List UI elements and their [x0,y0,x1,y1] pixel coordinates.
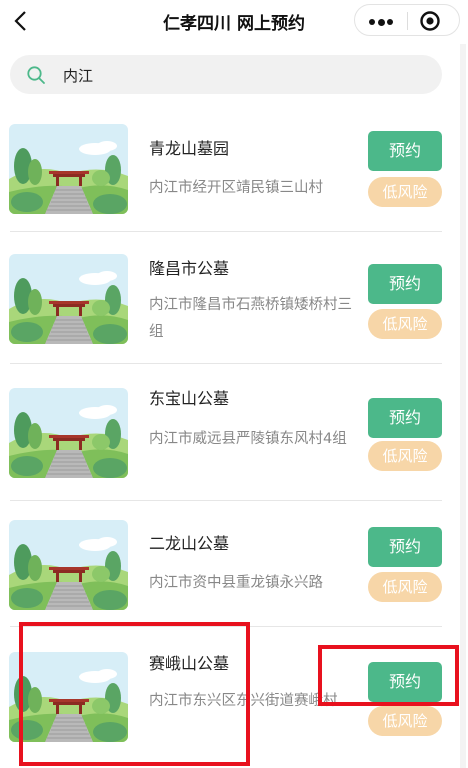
landscape-illustration [9,520,128,610]
cemetery-name: 二龙山公墓 [149,534,230,553]
cemetery-address: 内江市隆昌市石燕桥镇矮桥村三组 [149,297,352,340]
navigation-bar: 仁孝四川 网上预约 [0,0,468,44]
cemetery-name: 东宝山公墓 [149,389,230,408]
cemetery-thumbnail [9,520,128,610]
risk-badge: 低风险 [368,441,442,471]
landscape-illustration [9,254,128,344]
risk-badge: 低风险 [368,572,442,602]
divider [10,500,442,501]
cemetery-address: 内江市经开区靖民镇三山村 [149,180,323,196]
cemetery-name: 赛峨山公墓 [149,654,230,673]
more-dots-icon[interactable] [369,18,393,26]
mini-program-capsule [354,4,460,36]
capsule-divider [407,12,408,30]
book-button[interactable]: 预约 [368,662,442,702]
divider [10,626,442,627]
divider [10,231,442,232]
search-icon [27,66,45,84]
landscape-illustration [9,124,128,214]
book-button[interactable]: 预约 [368,131,442,171]
cemetery-address: 内江市东兴区东兴街道赛峨村 [149,693,338,709]
cemetery-thumbnail [9,124,128,214]
cemetery-address: 内江市资中县重龙镇永兴路 [149,575,323,591]
risk-badge: 低风险 [368,309,442,339]
cemetery-address: 内江市威远县严陵镇东风村4组 [149,431,347,447]
landscape-illustration [9,652,128,742]
cemetery-thumbnail [9,652,128,742]
target-circle-icon[interactable] [419,10,441,32]
book-button[interactable]: 预约 [368,527,442,567]
landscape-illustration [9,388,128,478]
risk-badge: 低风险 [368,706,442,736]
cemetery-thumbnail [9,388,128,478]
book-button[interactable]: 预约 [368,264,442,304]
risk-badge: 低风险 [368,177,442,207]
cemetery-thumbnail [9,254,128,344]
book-button[interactable]: 预约 [368,398,442,438]
scrollbar-track[interactable] [460,44,466,768]
cemetery-name: 青龙山墓园 [149,139,230,158]
search-query: 内江 [63,67,94,85]
search-input[interactable]: 内江 [10,55,442,94]
divider [10,363,442,364]
cemetery-name: 隆昌市公墓 [149,259,230,278]
